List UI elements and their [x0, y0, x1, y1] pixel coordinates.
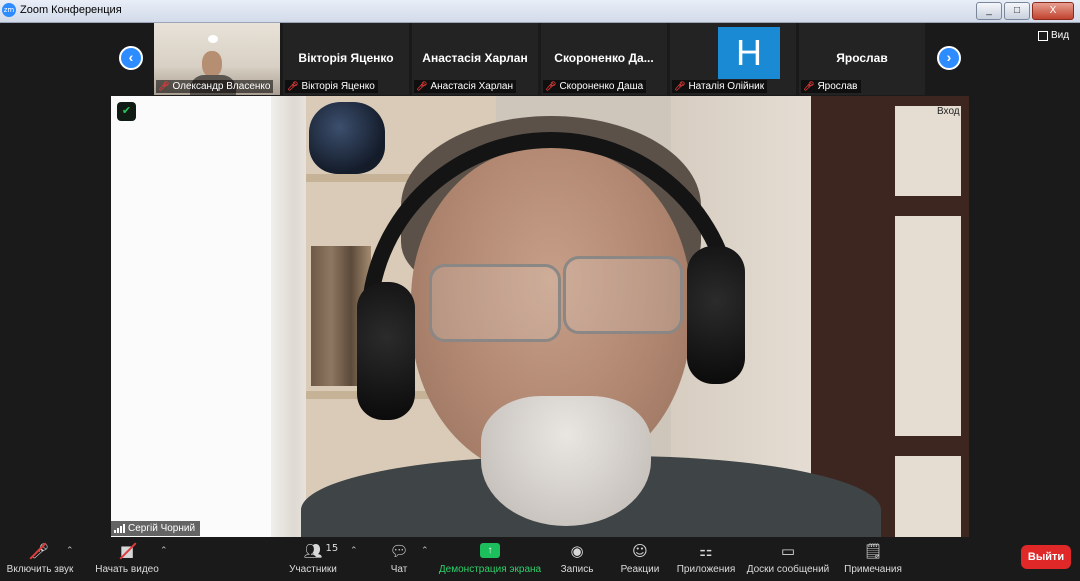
chat-button[interactable]: 💬︎ Чат	[386, 541, 412, 579]
participant-name: Скороненко Даша	[559, 81, 644, 92]
participant-name: Вікторія Яценко	[301, 81, 375, 92]
whiteboard-icon: ▭	[780, 542, 796, 560]
participant-name-label: 🎤︎ Анастасія Харлан	[414, 80, 517, 93]
maximize-button[interactable]: □	[1004, 2, 1030, 20]
participant-tile[interactable]: Анастасія Харлан 🎤︎ Анастасія Харлан	[412, 23, 538, 95]
unmute-button[interactable]: 🎤︎ Включить звук	[6, 541, 74, 579]
participant-name: Ярослав	[817, 81, 858, 92]
record-button[interactable]: ◉ Запись	[559, 541, 595, 579]
muted-mic-icon: 🎤︎	[803, 81, 815, 91]
participants-count: 15	[325, 543, 339, 554]
participant-name: Наталія Олійник	[688, 81, 765, 92]
reaction-smiley-icon: ☺	[632, 542, 648, 560]
notes-icon: 🗒︎	[863, 542, 883, 560]
speaker-beard	[481, 396, 651, 526]
participant-name-label: 🎤︎ Скороненко Даша	[543, 80, 647, 93]
participant-name-label: 🎤︎ Ярослав	[801, 80, 861, 93]
apps-button[interactable]: ⚏ Приложения	[676, 541, 736, 579]
participants-icon: 👥︎ 15	[303, 541, 338, 561]
participant-tile[interactable]: H 🎤︎ Наталія Олійник	[670, 23, 796, 95]
security-shield-icon[interactable]: ✔	[117, 102, 136, 121]
participant-display-name: Ярослав	[836, 51, 888, 65]
participants-label: Участники	[289, 564, 337, 575]
apps-label: Приложения	[676, 564, 736, 575]
record-label: Запись	[560, 564, 594, 575]
apps-icon: ⚏	[699, 542, 713, 560]
participant-name-label: 🎤︎ Олександр Власенко	[156, 80, 274, 93]
participant-avatar: H	[718, 27, 780, 79]
chat-options-caret[interactable]: ⌃	[421, 545, 429, 556]
participant-strip: 🎤︎ Олександр Власенко Вікторія Яценко 🎤︎…	[154, 23, 925, 95]
zoom-app-icon: zm	[2, 3, 16, 17]
start-video-button[interactable]: ■ Начать видео	[95, 541, 159, 579]
leave-button[interactable]: Выйти	[1021, 545, 1071, 569]
participant-tile[interactable]: Ярослав 🎤︎ Ярослав	[799, 23, 925, 95]
participant-tile[interactable]: 🎤︎ Олександр Власенко	[154, 23, 280, 95]
speaker-glasses-left	[429, 264, 561, 342]
enter-label: Вход	[937, 106, 960, 117]
notes-button[interactable]: 🗒︎ Примечания	[844, 541, 902, 579]
muted-mic-icon: 🎤︎	[674, 81, 686, 91]
participant-tile[interactable]: Скороненко Да... 🎤︎ Скороненко Даша	[541, 23, 667, 95]
participant-name: Анастасія Харлан	[430, 81, 514, 92]
window-titlebar: zm Zoom Конференция _ □ X	[0, 0, 1080, 23]
participant-name-label: 🎤︎ Наталія Олійник	[672, 80, 768, 93]
signal-strength-icon	[114, 524, 125, 533]
view-button[interactable]: Вид	[1038, 30, 1069, 41]
participant-display-name: Вікторія Яценко	[298, 51, 394, 65]
muted-mic-icon: 🎤︎	[545, 81, 557, 91]
reactions-button[interactable]: ☺ Реакции	[620, 541, 660, 579]
participant-display-name: Анастасія Харлан	[422, 51, 528, 65]
muted-mic-icon: 🎤︎	[158, 81, 170, 91]
grid-view-icon	[1038, 30, 1048, 41]
muted-mic-icon: 🎤︎	[287, 81, 299, 91]
participant-display-name: Скороненко Да...	[554, 51, 654, 65]
video-camera-off-icon: ■	[119, 542, 135, 560]
chevron-left-icon: ‹	[128, 49, 134, 65]
meeting-toolbar: 🎤︎ Включить звук ⌃ ■ Начать видео ⌃ 👥︎ 15…	[0, 537, 1080, 581]
start-video-label: Начать видео	[95, 564, 159, 575]
active-speaker-video[interactable]	[111, 96, 969, 537]
chevron-right-icon: ›	[946, 49, 952, 65]
gallery-prev-button[interactable]: ‹	[119, 46, 143, 70]
participant-tile[interactable]: Вікторія Яценко 🎤︎ Вікторія Яценко	[283, 23, 409, 95]
reactions-label: Реакции	[620, 564, 660, 575]
gallery-next-button[interactable]: ›	[937, 46, 961, 70]
whiteboards-button[interactable]: ▭ Доски сообщений	[746, 541, 830, 579]
close-window-button[interactable]: X	[1032, 2, 1074, 20]
window-title: Zoom Конференция	[20, 4, 122, 16]
share-screen-button[interactable]: ↑ Демонстрация экрана	[438, 541, 542, 579]
unmute-label: Включить звук	[6, 564, 74, 575]
speaker-name-label: Сергій Чорний	[111, 521, 201, 536]
background-vase	[309, 102, 385, 174]
view-button-label: Вид	[1051, 30, 1070, 41]
participants-button[interactable]: 👥︎ 15 Участники	[288, 541, 338, 579]
video-options-caret[interactable]: ⌃	[160, 545, 168, 556]
audio-options-caret[interactable]: ⌃	[66, 545, 74, 556]
minimize-button[interactable]: _	[976, 2, 1002, 20]
participant-name: Олександр Власенко	[172, 81, 271, 92]
chat-label: Чат	[390, 564, 408, 575]
chat-bubble-icon: 💬︎	[389, 542, 409, 560]
microphone-muted-icon: 🎤︎	[30, 542, 50, 560]
record-icon: ◉	[570, 542, 584, 560]
participants-options-caret[interactable]: ⌃	[350, 545, 358, 556]
share-screen-icon: ↑	[480, 543, 500, 558]
participant-name-label: 🎤︎ Вікторія Яценко	[285, 80, 378, 93]
headphones-right-cup	[687, 246, 745, 384]
muted-mic-icon: 🎤︎	[416, 81, 428, 91]
speaker-glasses-right	[563, 256, 683, 334]
background-door	[811, 96, 969, 537]
share-screen-label: Демонстрация экрана	[438, 564, 542, 575]
notes-label: Примечания	[844, 564, 902, 575]
speaker-name: Сергій Чорний	[128, 523, 196, 534]
headphones-left-cup	[357, 282, 415, 420]
whiteboards-label: Доски сообщений	[746, 564, 830, 575]
window-controls: _ □ X	[976, 2, 1074, 20]
